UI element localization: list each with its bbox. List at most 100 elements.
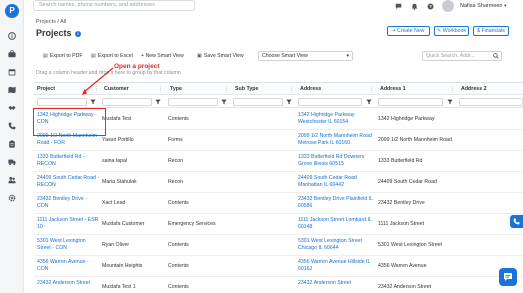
column-menu-icon[interactable]: ⋮ bbox=[224, 86, 229, 92]
chat-widget-button[interactable] bbox=[499, 268, 517, 286]
column-menu-icon[interactable]: ⋮ bbox=[450, 86, 455, 92]
workbook-label: Workbook bbox=[442, 28, 467, 34]
type-cell: Emergency Services bbox=[168, 221, 216, 227]
type-cell: Contents bbox=[168, 263, 189, 269]
page-title: Projects bbox=[36, 28, 72, 38]
financials-button[interactable]: $ Financials bbox=[473, 26, 509, 36]
address-link[interactable]: 1111 Jackson Street Lombard IL 60148 bbox=[298, 217, 374, 231]
briefcase-icon[interactable] bbox=[8, 50, 16, 58]
filter-input-type[interactable] bbox=[168, 98, 218, 106]
filter-input-subtype[interactable] bbox=[233, 98, 283, 106]
annotation-label: Open a project bbox=[114, 63, 160, 70]
customer-cell: Mustafa Customer bbox=[102, 221, 145, 227]
chat-icon[interactable] bbox=[395, 3, 402, 10]
project-link[interactable]: 1111 Jackson Street - ESR 10 bbox=[37, 217, 99, 231]
address-link[interactable]: 5301 West Lexington Street Chicago IL 60… bbox=[298, 238, 374, 252]
column-header-subtype[interactable]: Sub Type bbox=[235, 86, 258, 92]
export-pdf-button[interactable]: ▤ Export to PDF bbox=[43, 52, 82, 61]
filter-input-address[interactable] bbox=[298, 98, 362, 106]
column-header-address2[interactable]: Address 2 bbox=[461, 86, 487, 92]
address1-cell: 1333 Butterfield Rd bbox=[378, 158, 423, 164]
app-logo[interactable]: P bbox=[5, 4, 19, 18]
column-header-customer[interactable]: Customer bbox=[104, 86, 129, 92]
project-link[interactable]: 1333 Butterfield Rd - RECON bbox=[37, 154, 99, 168]
help-icon[interactable]: ? bbox=[427, 3, 434, 10]
username[interactable]: Nafisa Sharmeen bbox=[460, 3, 503, 9]
new-smart-view-button[interactable]: + New Smart View bbox=[141, 52, 184, 61]
calendar-icon[interactable] bbox=[8, 68, 16, 76]
workbook-button[interactable]: ✎ Workbook bbox=[434, 26, 469, 36]
document-icon: ▤ bbox=[43, 53, 48, 59]
gear-icon[interactable] bbox=[8, 194, 16, 202]
save-smart-view-button[interactable]: ▣ Save Smart View bbox=[197, 52, 244, 61]
filter-icon[interactable] bbox=[90, 99, 96, 105]
address-link[interactable]: 23432 Bentley Drive Plainfield IL 60586 bbox=[298, 196, 374, 210]
column-header-project[interactable]: Project bbox=[37, 86, 55, 92]
save-icon: ▣ bbox=[197, 53, 202, 59]
group-by-hint: Drag a column header and drop it here to… bbox=[36, 70, 181, 76]
info-circle-icon[interactable] bbox=[8, 32, 16, 40]
table-row[interactable]: 1111 Jackson Street - ESR 10 Mustafa Cust… bbox=[34, 214, 523, 235]
project-link[interactable]: 24409 South Cedar Road - RECON bbox=[37, 175, 99, 189]
map-icon[interactable] bbox=[8, 86, 16, 94]
chevron-down-icon[interactable]: ▾ bbox=[504, 3, 507, 9]
table-row[interactable]: 5301 West Lexington Street - CON Ryan Oli… bbox=[34, 235, 523, 256]
column-header-address[interactable]: Address bbox=[300, 86, 321, 92]
address-link[interactable]: 24409 South Cedar Road Manhattan IL 6044… bbox=[298, 175, 374, 189]
filter-icon[interactable] bbox=[155, 99, 161, 105]
filter-input-address2[interactable] bbox=[459, 98, 523, 106]
annotation-highlight bbox=[33, 108, 106, 136]
address-link[interactable]: 4356 Warren Avenue Hillside IL 60162 bbox=[298, 259, 374, 273]
table-row[interactable]: 23432 Anderson Street Mustafa Test 1 Conte… bbox=[34, 277, 523, 293]
filter-input-address1[interactable] bbox=[378, 98, 443, 106]
quick-search-input[interactable]: Quick Search, Addr... bbox=[422, 51, 502, 61]
table-row[interactable]: 24409 South Cedar Road - RECON Maria Stah… bbox=[34, 172, 523, 193]
table-row[interactable]: 1342 Highridge Parkway - CON Mustafa Test… bbox=[34, 109, 523, 130]
table-row[interactable]: 1333 Butterfield Rd - RECON saina tapal Re… bbox=[34, 151, 523, 172]
filter-icon[interactable] bbox=[286, 99, 292, 105]
search-icon[interactable] bbox=[493, 53, 499, 59]
users-icon[interactable] bbox=[8, 176, 16, 184]
table-row[interactable]: 4356 Warren Avenue - CON Mountain Heights… bbox=[34, 256, 523, 277]
handshake-icon[interactable] bbox=[8, 104, 16, 112]
project-link[interactable]: 5301 West Lexington Street - CON bbox=[37, 238, 99, 252]
project-link[interactable]: 23432 Anderson Street bbox=[37, 280, 99, 287]
customer-cell: Mustafa Test bbox=[102, 116, 132, 122]
phone-icon[interactable] bbox=[8, 122, 16, 130]
clipboard-icon[interactable] bbox=[8, 140, 16, 148]
address1-cell: 5301 West Lexington Street bbox=[378, 242, 442, 248]
table-row[interactable]: 2099 1/2 North Mannheim Road - FOR Yasuri… bbox=[34, 130, 523, 151]
project-link[interactable]: 23432 Bentley Drive - CON bbox=[37, 196, 99, 210]
address-link[interactable]: 1333 Butterfield Rd Downers Grove Illino… bbox=[298, 154, 374, 168]
type-cell: Recon bbox=[168, 158, 183, 164]
save-smart-view-label: Save Smart View bbox=[203, 53, 244, 59]
filter-icon[interactable] bbox=[221, 99, 227, 105]
address-link[interactable]: 1342 Highridge Parkway Westchester IL 60… bbox=[298, 112, 374, 126]
column-menu-icon[interactable]: ⋮ bbox=[369, 86, 374, 92]
global-search-input[interactable]: Search names, phone numbers, and address… bbox=[33, 0, 195, 11]
filter-icon[interactable] bbox=[447, 99, 453, 105]
filter-input-project[interactable] bbox=[37, 98, 87, 106]
info-icon[interactable]: i bbox=[75, 31, 81, 37]
smart-view-select[interactable]: Choose Smart View ▾ bbox=[258, 51, 353, 61]
truck-icon[interactable] bbox=[8, 158, 16, 166]
address-link[interactable]: 2099 1/2 North Mannheim Road Melrose Par… bbox=[298, 133, 374, 147]
address1-cell: 1342 Highridge Parkway bbox=[378, 116, 435, 122]
export-excel-button[interactable]: ▤ Export to Excel bbox=[91, 52, 133, 61]
bell-icon[interactable] bbox=[411, 3, 418, 10]
column-menu-icon[interactable]: ⋮ bbox=[289, 86, 294, 92]
filter-icon[interactable] bbox=[366, 99, 372, 105]
financials-label: Financials bbox=[481, 28, 505, 34]
softphone-button[interactable] bbox=[510, 215, 523, 228]
filter-input-customer[interactable] bbox=[102, 98, 152, 106]
column-header-type[interactable]: Type bbox=[170, 86, 182, 92]
table-row[interactable]: 23432 Bentley Drive - CON Xact Lead Conten… bbox=[34, 193, 523, 214]
type-cell: Contents bbox=[168, 200, 189, 206]
avatar[interactable] bbox=[442, 0, 454, 12]
address-link[interactable]: 23432 Anderson Street bbox=[298, 280, 374, 287]
column-menu-icon[interactable]: ⋮ bbox=[158, 86, 163, 92]
project-link[interactable]: 4356 Warren Avenue - CON bbox=[37, 259, 99, 273]
column-menu-icon[interactable]: ⋮ bbox=[94, 86, 99, 92]
column-header-address1[interactable]: Address 1 bbox=[380, 86, 406, 92]
create-new-button[interactable]: + Create New bbox=[387, 26, 430, 36]
